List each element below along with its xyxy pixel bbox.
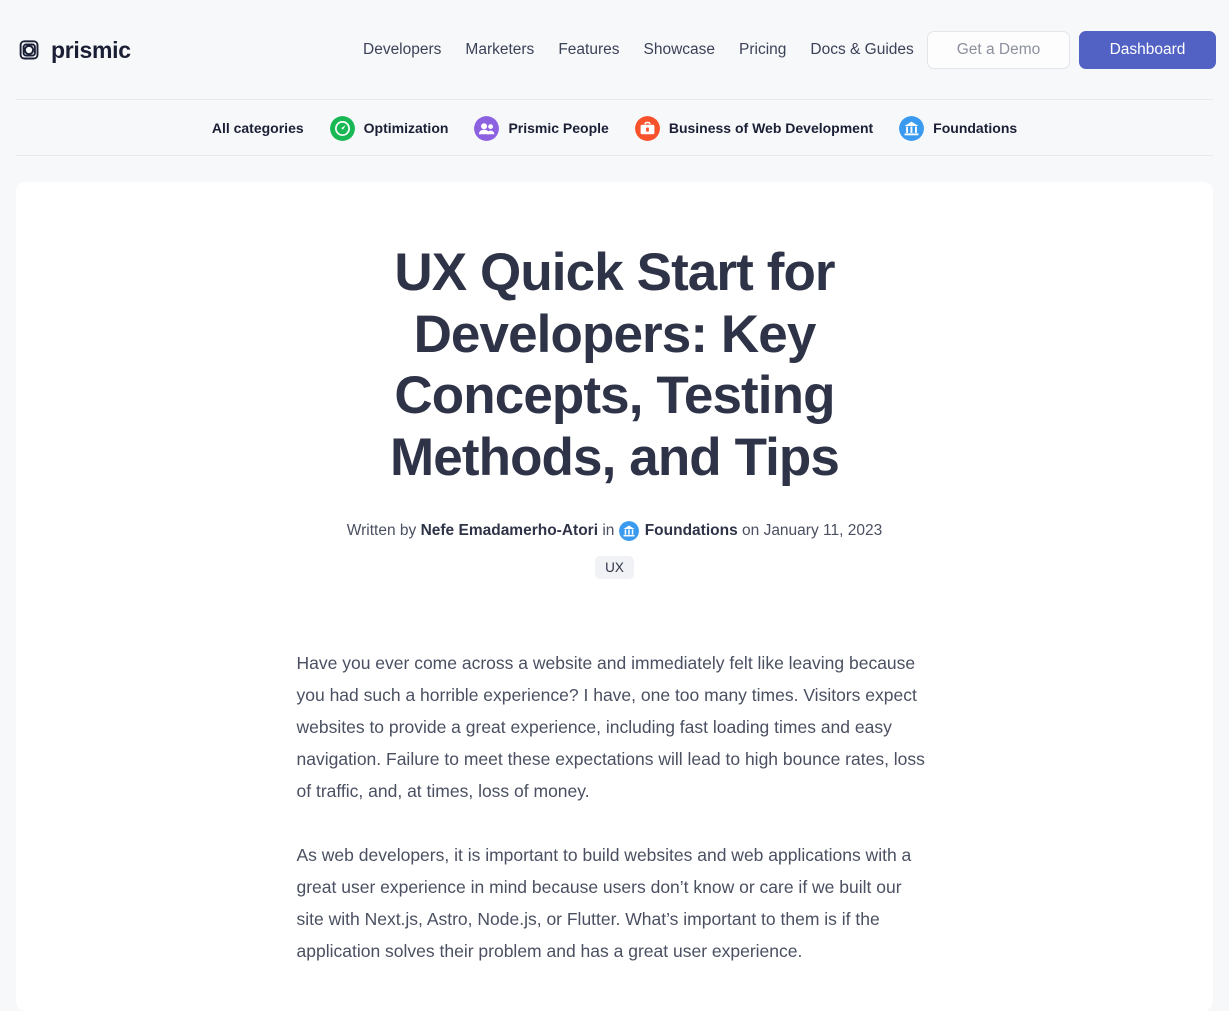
nav-link-showcase[interactable]: Showcase (643, 41, 715, 59)
nav-link-docs-guides[interactable]: Docs & Guides (810, 41, 913, 59)
gauge-icon (329, 115, 355, 141)
article-paragraph: As web developers, it is important to bu… (296, 844, 912, 961)
prismic-logo-icon (19, 40, 39, 60)
nav-link-developers[interactable]: Developers (363, 41, 441, 59)
main-navigation: Developers Marketers Features Showcase P… (363, 41, 914, 59)
bank-icon (618, 520, 639, 541)
byline-in-label: in (598, 521, 619, 539)
byline-date: January 11, 2023 (763, 521, 883, 539)
byline-author[interactable]: Nefe Emadamerho-Atori (421, 520, 598, 542)
category-item-prismic-people[interactable]: Prismic People (474, 115, 609, 141)
category-item-all[interactable]: All categories (212, 120, 304, 136)
bank-icon (899, 115, 925, 141)
category-divider (16, 155, 1213, 156)
dashboard-button[interactable]: Dashboard (1079, 31, 1216, 69)
nav-link-pricing[interactable]: Pricing (739, 41, 786, 59)
article-body: Have you ever come across a website and … (292, 647, 938, 967)
nav-link-features[interactable]: Features (558, 41, 619, 59)
brand-logo[interactable]: prismic (16, 37, 131, 63)
tag-chip-ux[interactable]: UX (595, 555, 634, 579)
nav-link-marketers[interactable]: Marketers (465, 41, 534, 59)
people-icon (474, 115, 500, 141)
byline-on-label: on (737, 521, 764, 539)
category-label-foundations: Foundations (933, 120, 1018, 136)
byline: Written by Nefe Emadamerho-Atori in Foun… (16, 520, 1213, 542)
category-label-prismic-people: Prismic People (508, 120, 609, 136)
category-label-optimization: Optimization (363, 120, 449, 136)
site-header: prismic Developers Marketers Features Sh… (0, 0, 1229, 100)
category-item-optimization[interactable]: Optimization (329, 115, 449, 141)
category-label-all: All categories (211, 120, 304, 136)
page-title: UX Quick Start for Developers: Key Conce… (390, 243, 840, 488)
tag-row: UX (16, 555, 1213, 579)
category-item-business-of-web-development[interactable]: Business of Web Development (634, 115, 874, 141)
byline-category[interactable]: Foundations (645, 520, 738, 542)
brand-name: prismic (51, 36, 131, 63)
briefcase-icon (634, 115, 660, 141)
article-card: UX Quick Start for Developers: Key Conce… (16, 182, 1213, 1011)
category-item-foundations[interactable]: Foundations (899, 115, 1018, 141)
category-bar: All categories Optimization Prismic Peop… (0, 100, 1229, 156)
header-actions: Get a Demo Dashboard (927, 31, 1216, 69)
category-label-business-of-web-development: Business of Web Development (668, 120, 874, 136)
article-paragraph: Have you ever come across a website and … (296, 652, 925, 801)
byline-written-by-label: Written by (346, 521, 421, 539)
get-a-demo-button[interactable]: Get a Demo (927, 31, 1070, 69)
